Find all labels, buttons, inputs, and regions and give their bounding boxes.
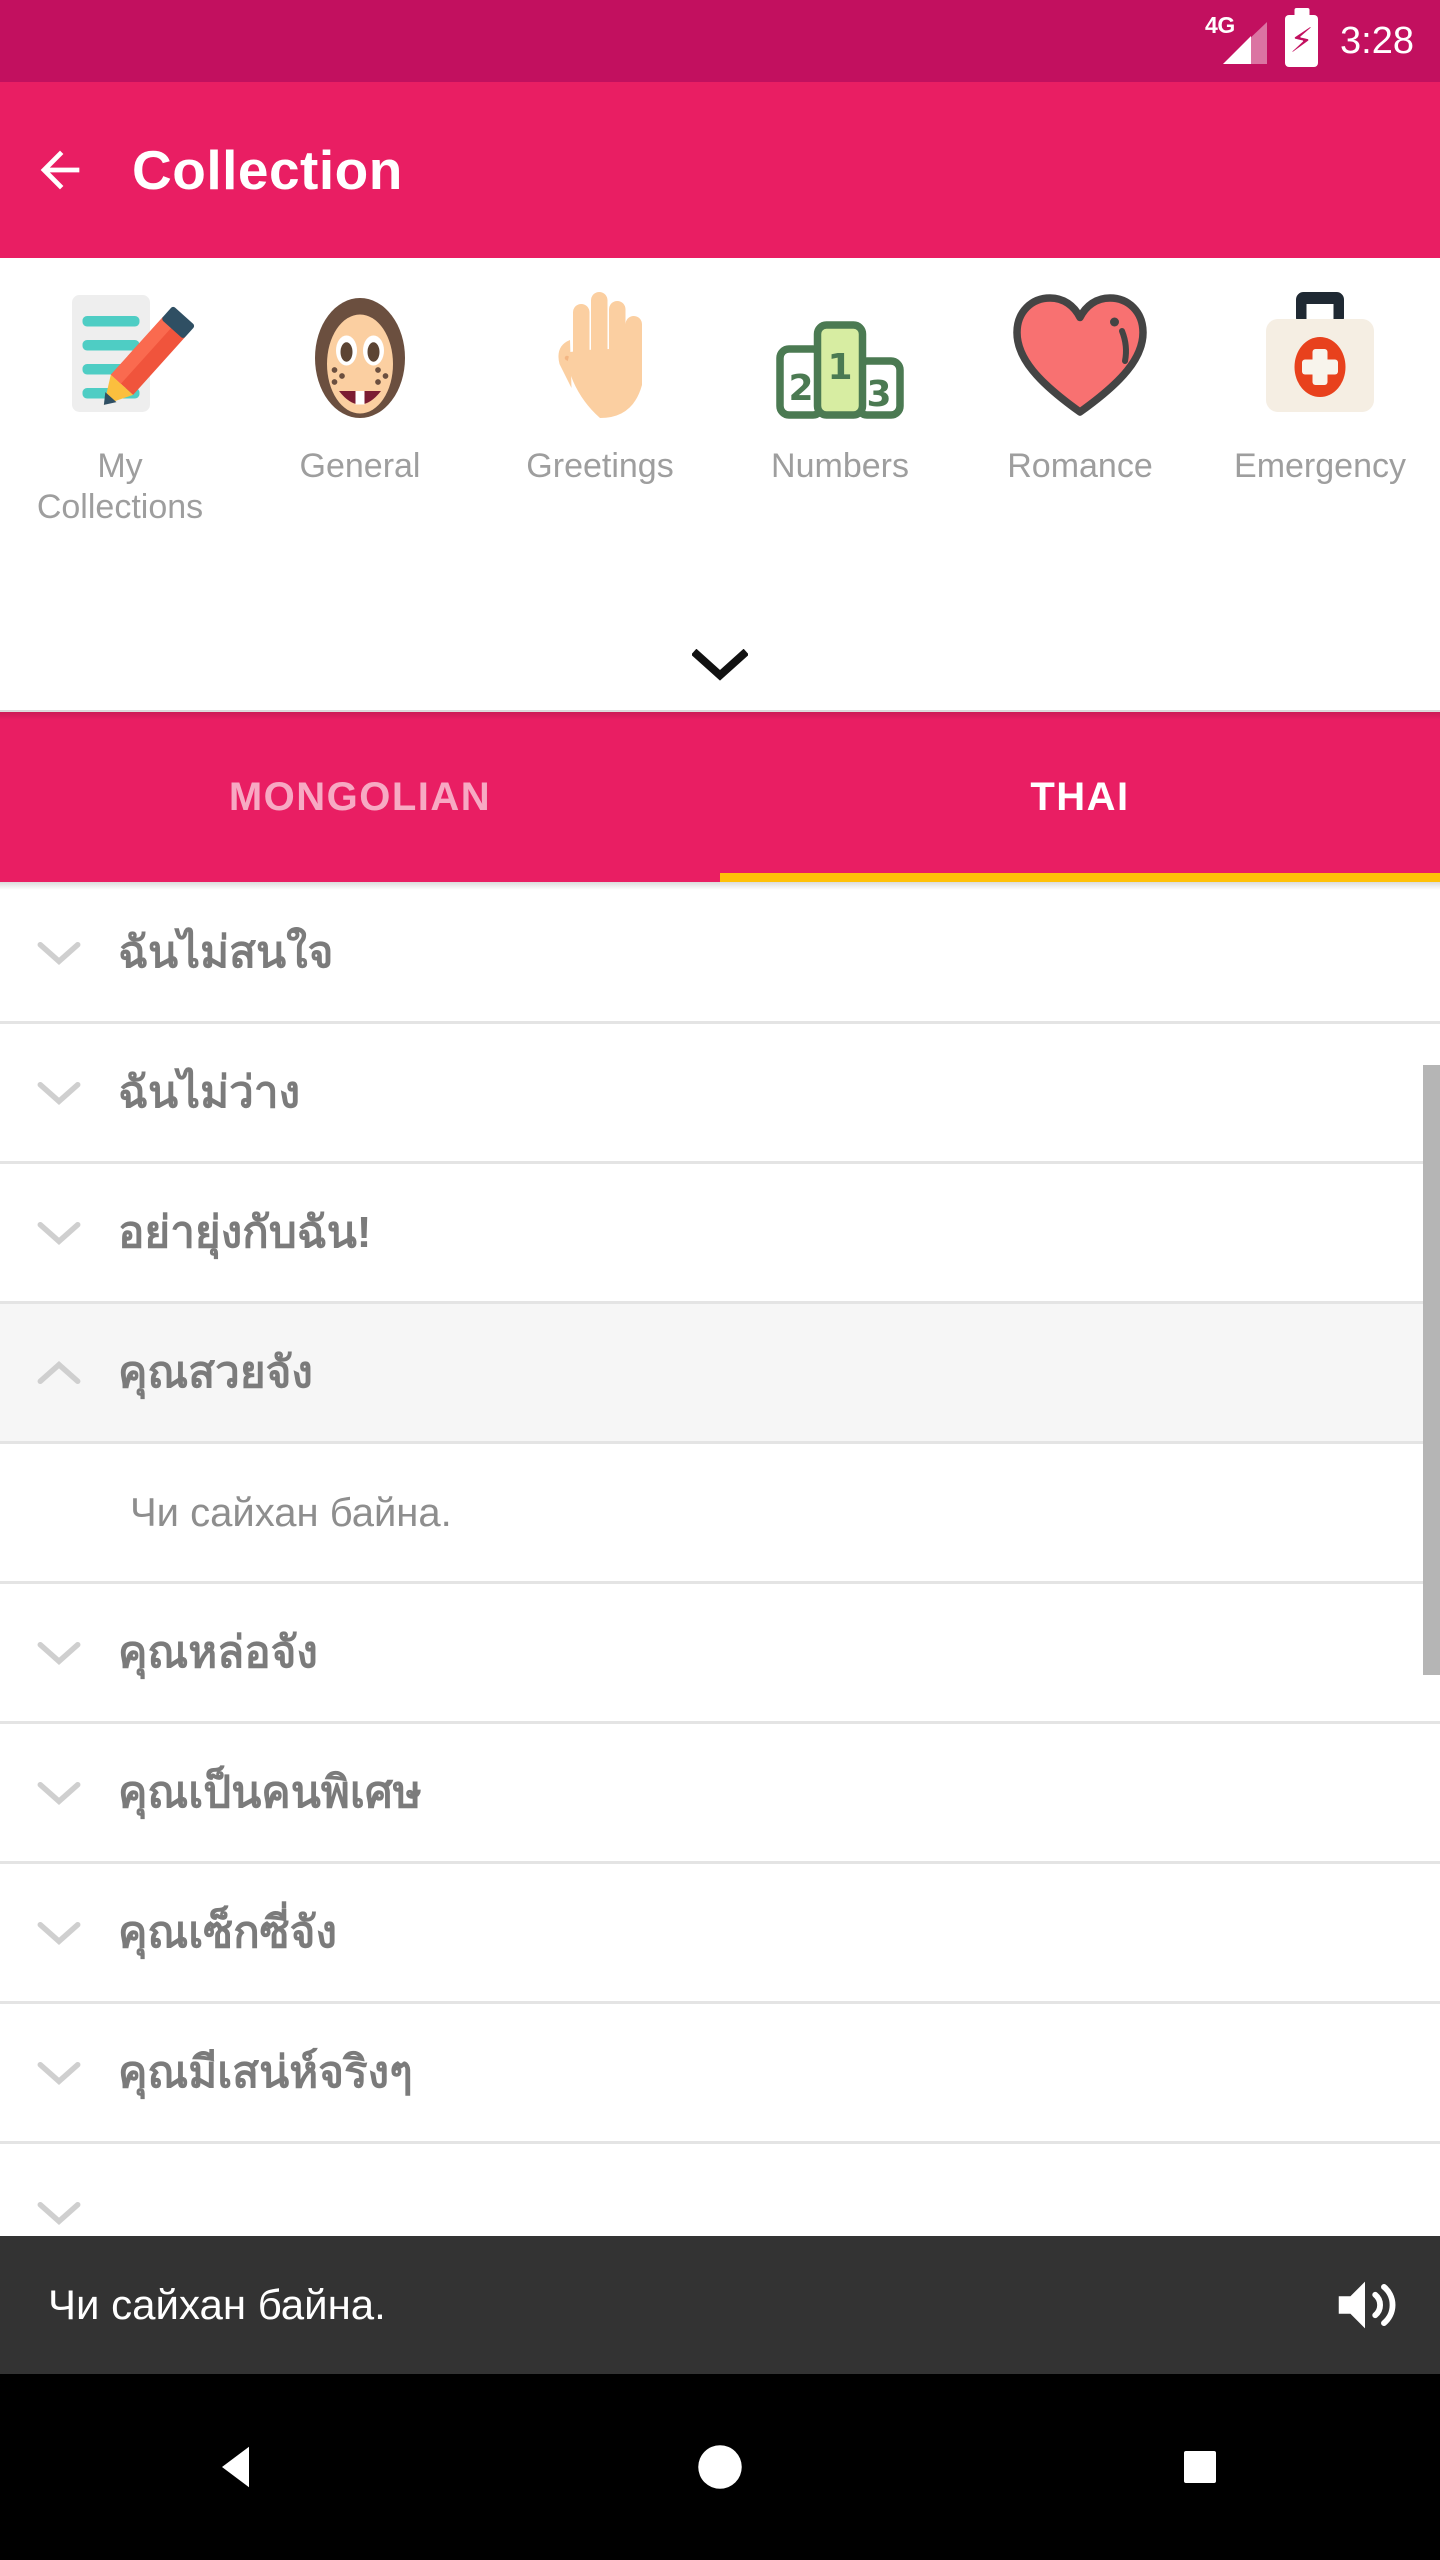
audio-player-bar: Чи сайхан байна.: [0, 2236, 1440, 2374]
list-item[interactable]: คุณมีเสน่ห์จริงๆ: [0, 2004, 1440, 2144]
circle-home-icon: [698, 2445, 742, 2489]
category-label: My Collections: [36, 447, 204, 527]
category-item-numbers[interactable]: 2 1 3 Numbers: [720, 280, 960, 529]
nav-recents-button[interactable]: [960, 2443, 1440, 2491]
phrase-text: คุณมีเสน่ห์จริงๆ: [118, 2048, 413, 2097]
network-type-label: 4G: [1205, 12, 1235, 38]
category-label: Greetings: [526, 447, 674, 485]
svg-text:2: 2: [788, 368, 813, 409]
signal-strength-icon: 4G: [1205, 12, 1268, 69]
expand-toggle[interactable]: [0, 1778, 118, 1808]
chevron-down-icon: [37, 941, 81, 965]
category-row: My Collections General Greetings 2 1 3 N…: [0, 280, 1440, 529]
list-item[interactable]: คุณเซ็กซี่จัง: [0, 1864, 1440, 2004]
nav-back-button[interactable]: [0, 2440, 480, 2494]
square-recents-icon: [1184, 2451, 1216, 2483]
chevron-down-icon: [692, 649, 748, 681]
expand-toggle[interactable]: [0, 938, 118, 968]
page-title: Collection: [132, 139, 403, 201]
girl-face-icon: [315, 298, 405, 418]
expand-toggle[interactable]: [0, 2198, 118, 2228]
phrase-list[interactable]: ฉันไม่สนใจ ฉันไม่ว่าง อย่ายุ่งกับฉัน! คุ…: [0, 884, 1440, 2236]
status-bar: 4G ⚡ 3:28: [0, 0, 1440, 82]
chevron-down-icon: [37, 2201, 81, 2225]
app-bar: Collection: [0, 82, 1440, 258]
chevron-down-icon: [37, 1081, 81, 1105]
expand-toggle[interactable]: [0, 1638, 118, 1668]
phrase-text: อย่ายุ่งกับฉัน!: [118, 1208, 372, 1257]
list-item[interactable]: ฉันไม่ว่าง: [0, 1024, 1440, 1164]
signal-triangle-filled: [1223, 36, 1252, 64]
expand-toggle[interactable]: [0, 1918, 118, 1948]
tab-label: MONGOLIAN: [228, 774, 492, 819]
category-item-my-collections[interactable]: My Collections: [0, 280, 240, 529]
phrase-text: คุณเซ็กซี่จัง: [118, 1908, 337, 1957]
tab-mongolian[interactable]: MONGOLIAN: [0, 712, 720, 882]
list-scrollbar[interactable]: [1423, 1065, 1440, 1675]
chevron-down-icon: [37, 1221, 81, 1245]
list-item[interactable]: ฉันไม่สนใจ: [0, 884, 1440, 1024]
list-item[interactable]: คุณหล่อจัง: [0, 1584, 1440, 1724]
category-label: General: [299, 447, 421, 485]
language-tab-bar: MONGOLIAN THAI: [0, 712, 1440, 882]
waving-hand-icon: [558, 292, 642, 418]
triangle-back-icon: [222, 2446, 249, 2488]
clock-label: 3:28: [1340, 20, 1414, 62]
charging-bolt-icon: ⚡: [1289, 22, 1314, 60]
expand-toggle[interactable]: [0, 1218, 118, 1248]
podium-icon: 2 1 3: [776, 321, 904, 419]
category-strip: My Collections General Greetings 2 1 3 N…: [0, 258, 1440, 710]
speaker-icon: [1338, 2281, 1396, 2329]
list-item[interactable]: อย่ายุ่งกับฉัน!: [0, 1164, 1440, 1304]
notepad-pencil-icon: [72, 295, 195, 412]
svg-text:3: 3: [866, 374, 891, 415]
phrase-text: คุณสวยจัง: [118, 1348, 313, 1397]
tab-thai[interactable]: THAI: [720, 712, 1440, 882]
list-item[interactable]: [0, 2144, 1440, 2236]
collapse-toggle[interactable]: [0, 1358, 118, 1388]
phrase-text: ฉันไม่สนใจ: [118, 928, 334, 977]
category-label: Romance: [1007, 447, 1153, 485]
chevron-down-icon: [37, 2061, 81, 2085]
tab-label: THAI: [1030, 774, 1130, 819]
expand-toggle[interactable]: [0, 2058, 118, 2088]
phrase-text: คุณหล่อจัง: [118, 1628, 318, 1677]
chevron-up-icon: [37, 1360, 81, 1384]
list-item[interactable]: คุณเป็นคนพิเศษ: [0, 1724, 1440, 1864]
phrase-text: คุณเป็นคนพิเศษ: [118, 1768, 422, 1817]
arrow-left-icon: [40, 150, 80, 190]
phrase-text: ฉันไม่ว่าง: [118, 1068, 301, 1117]
list-item-expanded[interactable]: คุณสวยจัง: [0, 1304, 1440, 1444]
chevron-down-icon: [37, 1781, 81, 1805]
category-label: Emergency: [1234, 447, 1406, 485]
category-item-greetings[interactable]: Greetings: [480, 280, 720, 529]
battery-charging-icon: ⚡: [1285, 15, 1319, 67]
expand-toggle[interactable]: [0, 1078, 118, 1108]
category-item-emergency[interactable]: Emergency: [1200, 280, 1440, 529]
translation-row[interactable]: Чи сайхан байна.: [0, 1444, 1440, 1584]
heart-icon: [1013, 294, 1147, 416]
category-label: Numbers: [771, 447, 909, 485]
back-button[interactable]: [0, 82, 120, 258]
play-audio-button[interactable]: [1290, 2236, 1440, 2374]
phone-screen: 4G ⚡ 3:28 Collection My Collections Gene…: [0, 0, 1440, 2560]
chevron-down-icon: [37, 1921, 81, 1945]
android-navigation-bar: [0, 2374, 1440, 2560]
expand-categories-button[interactable]: [690, 636, 750, 696]
category-item-general[interactable]: General: [240, 280, 480, 529]
player-phrase-text: Чи сайхан байна.: [48, 2280, 386, 2328]
translation-text: Чи сайхан байна.: [130, 1490, 452, 1535]
category-item-romance[interactable]: Romance: [960, 280, 1200, 529]
tab-indicator: [720, 873, 1440, 882]
svg-text:1: 1: [827, 347, 852, 388]
chevron-down-icon: [37, 1641, 81, 1665]
first-aid-kit-icon: [1266, 292, 1374, 412]
nav-home-button[interactable]: [480, 2438, 960, 2496]
